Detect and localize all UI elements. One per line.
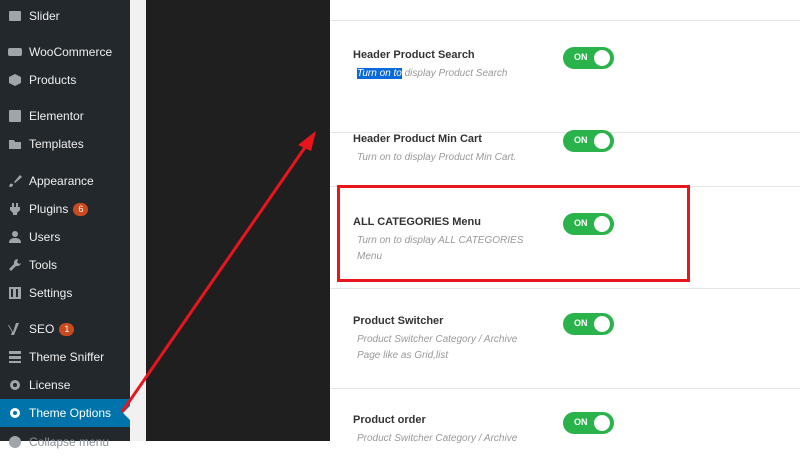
setting-row-product-order: Product order Product Switcher Category … [330,388,800,444]
menu-item-users[interactable]: Users [0,223,130,251]
menu-item-settings[interactable]: Settings [0,279,130,307]
slider-icon [7,8,23,24]
yoast-icon [7,321,23,337]
setting-row-header-product-min-cart: Header Product Min Cart Turn on to displ… [330,130,800,187]
menu-item-label: License [29,378,71,392]
brush-icon [7,173,23,189]
plugins-update-badge: 6 [73,202,89,216]
collapse-icon [7,434,23,450]
menu-item-label: Users [29,230,61,244]
menu-item-label: Appearance [29,174,94,188]
setting-description: Product Switcher Category / Archive Page… [357,334,518,361]
list-icon [7,349,23,365]
setting-description: Turn on to display Product Search [357,68,508,79]
menu-item-license[interactable]: License [0,371,130,399]
header-product-min-cart-toggle[interactable]: ON [563,130,614,152]
menu-item-products[interactable]: Products [0,66,130,94]
menu-item-elementor[interactable]: Elementor [0,102,130,130]
options-nav-panel [146,0,330,441]
menu-item-label: Settings [29,286,73,300]
setting-description: Turn on to display Product Min Cart. [357,152,517,163]
elementor-icon [7,108,23,124]
product-switcher-toggle[interactable]: ON [563,313,614,335]
menu-item-label: Slider [29,9,60,23]
products-icon [7,72,23,88]
gear-icon [7,405,23,421]
menu-item-appearance[interactable]: Appearance [0,167,130,195]
setting-title: Product Switcher [353,315,444,327]
menu-item-label: Templates [29,137,84,151]
woocommerce-icon [7,44,23,60]
folder-icon [7,136,23,152]
header-product-search-toggle[interactable]: ON [563,47,614,69]
setting-row-header-product-search: Header Product Search Turn on to display… [330,20,800,133]
menu-item-label: WooCommerce [29,45,113,59]
menu-item-theme-sniffer[interactable]: Theme Sniffer [0,343,130,371]
menu-item-label: Collapse menu [29,435,110,449]
gear-icon [7,377,23,393]
setting-title: Header Product Search [353,49,475,61]
sidebar-gutter [130,0,146,441]
menu-item-woocommerce[interactable]: WooCommerce [0,38,130,66]
menu-item-templates[interactable]: Templates [0,130,130,158]
menu-item-tools[interactable]: Tools [0,251,130,279]
wrench-icon [7,257,23,273]
user-icon [7,229,23,245]
setting-row-all-categories-menu: ALL CATEGORIES Menu Turn on to display A… [330,186,800,289]
setting-title: Product order [353,414,426,426]
seo-notification-badge: 1 [59,322,75,336]
product-order-toggle[interactable]: ON [563,412,614,434]
selected-text: Turn on to [357,68,402,79]
theme-options-content: Header Product Search Turn on to display… [330,0,800,444]
menu-item-plugins[interactable]: Plugins 6 [0,195,130,223]
setting-description: Product Switcher Category / Archive [357,433,518,444]
setting-title: ALL CATEGORIES Menu [353,216,481,228]
menu-item-label: Plugins [29,202,69,216]
menu-item-label: Products [29,73,77,87]
settings-icon [7,285,23,301]
menu-item-label: Theme Sniffer [29,350,105,364]
setting-title: Header Product Min Cart [353,133,482,145]
menu-item-theme-options[interactable]: Theme Options [0,399,130,427]
admin-sidebar: Slider WooCommerce Products Elementor Te… [0,0,130,449]
setting-row-product-switcher: Product Switcher Product Switcher Catego… [330,288,800,389]
menu-item-label: Elementor [29,109,84,123]
collapse-menu-button[interactable]: Collapse menu [0,428,130,456]
plugin-icon [7,201,23,217]
setting-description: Turn on to display ALL CATEGORIES Menu [357,235,524,262]
menu-item-label: Theme Options [29,406,112,420]
all-categories-menu-toggle[interactable]: ON [563,213,614,235]
menu-item-slider[interactable]: Slider [0,2,130,30]
menu-item-seo[interactable]: SEO 1 [0,315,130,343]
menu-item-label: Tools [29,258,58,272]
menu-item-label: SEO [29,322,55,336]
